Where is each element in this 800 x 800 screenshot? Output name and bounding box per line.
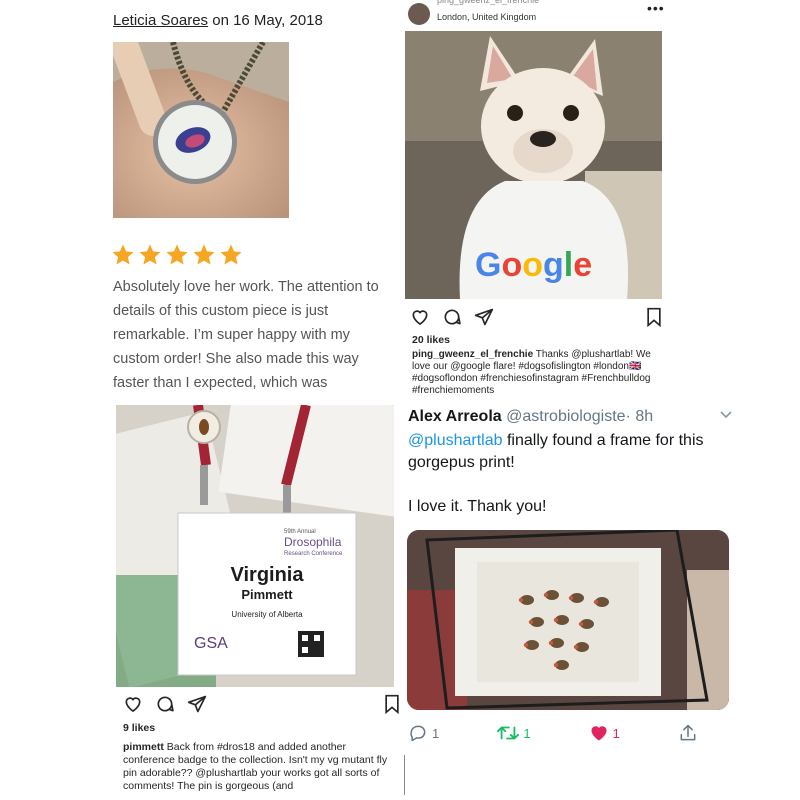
heart-icon[interactable] [123,694,143,714]
badge-last-name: Pimmett [241,587,293,602]
star-icon [166,244,188,265]
post-caption: pimmett Back from #dros18 and added anot… [123,741,393,793]
like-count: 1 [612,725,620,741]
retweet-icon [497,726,520,740]
post-photo-badge[interactable]: 59th Annual Drosophila Research Conferen… [116,405,394,687]
more-options-button[interactable]: ••• [647,0,665,16]
comment-icon[interactable] [155,694,175,714]
star-icon [220,244,242,265]
retweet-count: 1 [523,725,531,741]
post-actions [123,694,207,714]
post-username[interactable]: ping_gweenz_el_frenchie [437,0,539,5]
review-author-link[interactable]: Leticia Soares [113,12,208,29]
tweet-card: Alex Arreola @astrobiologiste· 8h @plush… [400,400,800,800]
like-button[interactable]: 1 [589,723,620,743]
tweet-actions: 1 1 1 [408,723,698,743]
tweet-time[interactable]: · 8h [626,408,654,425]
retweet-button[interactable]: 1 [497,723,531,743]
share-icon[interactable] [187,694,207,714]
post-photo-dog[interactable]: Google [405,31,662,299]
review-photo-pendant[interactable] [113,42,289,218]
caption-username[interactable]: pimmett [123,741,164,753]
divider [404,755,405,795]
post-caption: ping_gweenz_el_frenchie Thanks @plushart… [412,349,667,397]
tweet-text-line2: I love it. Thank you! [408,498,547,515]
instagram-post-badge: 59th Annual Drosophila Research Conferen… [0,400,400,800]
likes-count[interactable]: 20 likes [412,334,450,346]
tweet-author-name[interactable]: Alex Arreola [408,408,502,425]
caption-username[interactable]: ping_gweenz_el_frenchie [412,349,533,360]
share-icon[interactable] [474,307,494,327]
review-rating [111,243,243,267]
bookmark-icon[interactable] [382,694,400,714]
reply-count: 1 [432,725,440,741]
bookmark-icon[interactable] [644,307,664,327]
review-card: Leticia Soares on 16 May, 2018 Absolutel… [0,0,400,400]
badge-institution: University of Alberta [231,610,303,619]
avatar[interactable] [408,3,430,25]
star-icon [193,244,215,265]
badge-event-big: Drosophila [284,535,342,549]
badge-event-sub: Research Conference [284,551,343,557]
post-actions [410,307,494,327]
tweet-author-handle[interactable]: @astrobiologiste [506,408,625,425]
star-icon [112,244,134,265]
badge-first-name: Virginia [231,564,305,586]
likes-count[interactable]: 9 likes [123,722,155,734]
share-icon [680,724,696,741]
post-location[interactable]: London, United Kingdom [437,12,536,22]
tweet-mention-link[interactable]: @plushartlab [408,432,503,449]
heart-icon [591,726,607,741]
comment-icon[interactable] [442,307,462,327]
review-header: Leticia Soares on 16 May, 2018 [113,12,323,29]
tweet-photo-print[interactable] [407,530,729,710]
instagram-post-dog: ping_gweenz_el_frenchie London, United K… [400,0,800,400]
tweet-text: @plushartlab finally found a frame for t… [408,430,738,518]
chevron-down-icon[interactable] [718,406,734,422]
heart-icon[interactable] [410,307,430,327]
shirt-text: Google [475,246,592,284]
reply-icon [410,725,426,742]
review-body: Absolutely love her work. The attention … [113,279,379,391]
reply-button[interactable]: 1 [408,723,439,743]
star-icon [139,244,161,265]
badge-org-logo: GSA [194,635,228,652]
share-button[interactable] [678,723,698,743]
tweet-header: Alex Arreola @astrobiologiste· 8h [408,408,653,426]
review-date: on 16 May, 2018 [208,12,323,29]
